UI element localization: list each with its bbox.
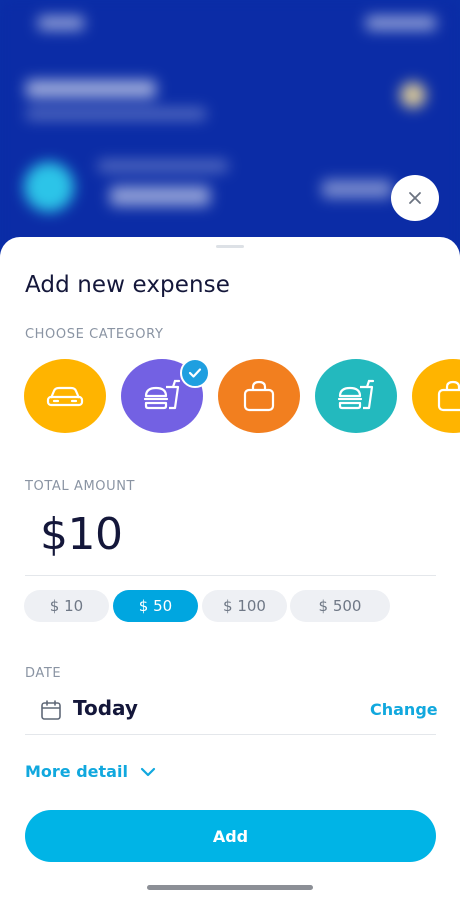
- date-divider: [25, 734, 436, 735]
- add-button[interactable]: Add: [25, 810, 436, 862]
- quick-amount-10-button[interactable]: $ 10: [24, 590, 109, 622]
- avatar: [400, 82, 426, 108]
- status-bar-icons-placeholder: [366, 16, 436, 30]
- amount-section-label: TOTAL AMOUNT: [25, 479, 136, 494]
- background-account-icon: [24, 162, 74, 212]
- more-detail-toggle[interactable]: More detail: [25, 762, 156, 781]
- category-dining[interactable]: [315, 359, 397, 433]
- calendar-icon: [40, 699, 62, 725]
- screen: Add new expense CHOOSE CATEGORY TOTAL AM…: [0, 0, 460, 900]
- checkmark-icon: [188, 368, 202, 378]
- background-app: [0, 0, 460, 260]
- sheet-drag-handle[interactable]: [216, 245, 244, 248]
- close-icon: [409, 192, 421, 204]
- status-bar-time-placeholder: [38, 16, 84, 30]
- shopping-bag-icon: [243, 380, 275, 412]
- background-greeting: [26, 80, 156, 98]
- shopping-bag-icon: [437, 380, 460, 412]
- home-indicator[interactable]: [147, 885, 313, 890]
- background-account-action: [322, 180, 392, 198]
- category-shopping-2[interactable]: [412, 359, 460, 433]
- quick-amount-500-button[interactable]: $ 500: [290, 590, 390, 622]
- amount-divider: [25, 575, 436, 576]
- close-button[interactable]: [391, 175, 439, 221]
- car-icon: [46, 386, 84, 407]
- background-subtitle: [26, 108, 206, 120]
- amount-input[interactable]: $10: [40, 509, 123, 560]
- chevron-down-icon: [140, 767, 156, 777]
- food-icon: [337, 379, 375, 410]
- category-car[interactable]: [24, 359, 106, 433]
- change-date-link[interactable]: Change: [370, 700, 438, 719]
- category-shopping[interactable]: [218, 359, 300, 433]
- background-account-label: [98, 160, 228, 172]
- food-icon: [143, 379, 181, 410]
- date-value: Today: [73, 696, 138, 720]
- quick-amount-50-button[interactable]: $ 50: [113, 590, 198, 622]
- add-expense-sheet: Add new expense CHOOSE CATEGORY TOTAL AM…: [0, 237, 460, 900]
- quick-amount-100-button[interactable]: $ 100: [202, 590, 287, 622]
- more-detail-label: More detail: [25, 762, 128, 781]
- selected-check-badge: [180, 358, 210, 388]
- background-account-balance: [110, 186, 210, 206]
- sheet-title: Add new expense: [25, 272, 231, 298]
- date-section-label: DATE: [25, 666, 62, 681]
- category-section-label: CHOOSE CATEGORY: [25, 327, 164, 342]
